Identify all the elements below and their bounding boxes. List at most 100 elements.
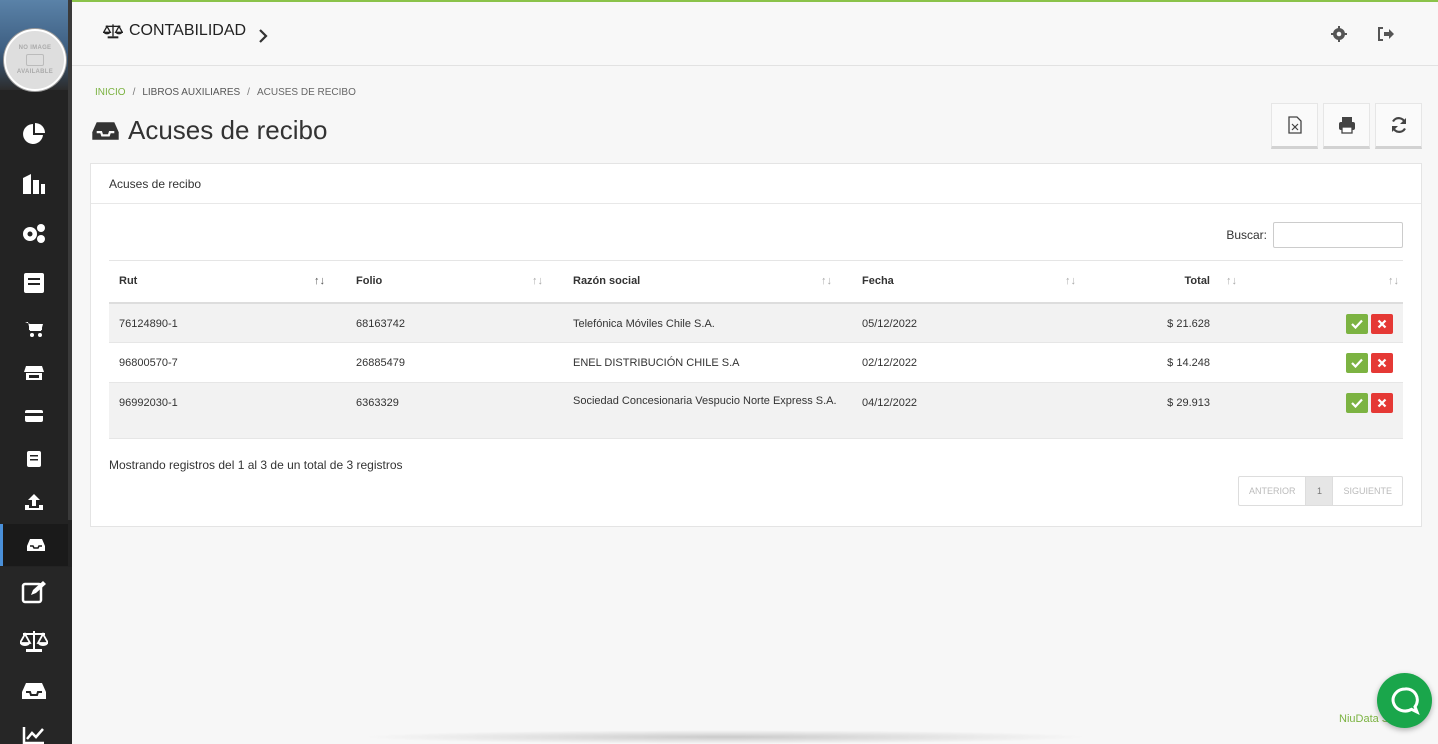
cell-actions [1220,382,1403,439]
logout-icon[interactable] [1377,26,1395,42]
page-title: Acuses de recibo [91,115,327,146]
column-header-rut[interactable]: Rut ↑↓ [109,260,346,304]
page-title-text: Acuses de recibo [128,115,328,145]
cell-rut: 76124890-1 [109,302,346,343]
settings-icon[interactable] [1331,26,1347,42]
credit-card-icon [25,410,43,422]
pagination-page[interactable]: 1 [1305,477,1334,505]
module-title[interactable]: CONTABILIDAD [103,22,246,40]
sidebar-item-reports[interactable] [0,726,68,744]
cell-rut: 96992030-1 [109,382,346,439]
close-icon [1377,398,1387,408]
edit-icon [21,581,46,604]
column-header-total[interactable]: ↑↓ ↑↓ [1220,260,1403,304]
sidebar-item-edit[interactable] [0,578,68,606]
table-row[interactable]: 76124890-1 68163742 Telefónica Móviles C… [109,302,1403,343]
cell-total: $ 14.248 [1167,357,1210,369]
cell-folio: 6363329 [346,382,563,439]
accept-button[interactable] [1346,313,1368,334]
cell-razon-social: Telefónica Móviles Chile S.A. [563,302,852,343]
sidebar-item-purchases[interactable] [0,316,68,342]
bottom-shadow [360,730,1090,744]
sort-icon[interactable]: ↑↓ [1226,275,1237,287]
acuses-table: Rut ↑↓ Folio ↑↓ Razón social ↑↓ Fecha ↑↓ Tota… [109,260,1403,439]
sidebar: NO IMAGE AVAILABLE [0,0,72,744]
refresh-icon [1391,117,1406,133]
breadcrumb-separator: / [247,87,250,98]
breadcrumb: INICIO / LIBROS AUXILIARES / ACUSES DE R… [95,87,356,98]
excel-icon [1287,116,1302,134]
sidebar-item-payments[interactable] [0,403,68,429]
sidebar-item-sales[interactable] [0,360,68,386]
reject-button[interactable] [1371,393,1393,413]
sidebar-item-acuses[interactable] [0,524,68,566]
chat-icon [1391,686,1420,715]
line-chart-icon [22,727,44,744]
sidebar-item-ledger[interactable] [0,446,68,472]
reject-button[interactable] [1371,313,1393,334]
acuses-panel: Acuses de recibo Buscar: Rut ↑↓ Folio ↑↓ R… [90,163,1422,527]
breadcrumb-section[interactable]: LIBROS AUXILIARES [142,87,240,98]
inbox-icon [92,121,119,140]
sidebar-scrollbar[interactable] [68,0,72,520]
print-button[interactable] [1323,103,1370,149]
upload-icon [25,494,43,510]
column-header-fecha[interactable]: Fecha ↑↓ Total [852,260,1220,304]
cell-fecha: 04/12/2022 [862,397,918,409]
pie-chart-icon [23,123,45,144]
chat-button[interactable] [1377,673,1432,728]
cell-actions [1220,302,1403,343]
refresh-button[interactable] [1375,103,1422,149]
table-info: Mostrando registros del 1 al 3 de un tot… [109,458,403,472]
avatar-placeholder-text: NO IMAGE [18,45,52,51]
sort-asc-icon[interactable]: ↑↓ [314,275,325,287]
export-excel-button[interactable] [1271,103,1318,149]
inbox-icon [26,539,45,551]
column-header-razon-social[interactable]: Razón social ↑↓ [563,260,852,304]
search-label: Buscar: [1226,228,1267,242]
table-row[interactable]: 96800570-7 26885479 ENEL DISTRIBUCIÓN CH… [109,342,1403,383]
cell-fecha-total: 04/12/2022 $ 29.913 [852,382,1220,439]
building-icon [23,174,45,194]
avatar[interactable]: NO IMAGE AVAILABLE [4,29,66,91]
cell-razon-social: ENEL DISTRIBUCIÓN CHILE S.A [563,342,852,383]
panel-heading: Acuses de recibo [91,164,1421,204]
cell-total: $ 21.628 [1167,317,1210,330]
sort-icon[interactable]: ↑↓ [1065,275,1076,287]
pagination-next[interactable]: SIGUIENTE [1333,477,1402,505]
table-row[interactable]: 96992030-1 6363329 Sociedad Concesionari… [109,382,1403,439]
gears-icon [23,224,45,243]
breadcrumb-home[interactable]: INICIO [95,87,126,98]
accept-button[interactable] [1346,393,1368,413]
cell-fecha-total: 02/12/2022 $ 14.248 [852,342,1220,383]
search-box: Buscar: [1226,222,1403,248]
reject-button[interactable] [1371,353,1393,373]
sidebar-item-books[interactable] [0,267,68,299]
sidebar-item-accounting[interactable] [0,627,68,655]
sidebar-item-company[interactable] [0,168,68,200]
sidebar-item-dashboard[interactable] [0,118,68,150]
print-icon [1338,117,1355,134]
cell-razon-social: Sociedad Concesionaria Vespucio Norte Ex… [563,382,852,439]
inbox-large-icon [22,683,46,699]
cell-fecha-total: 05/12/2022 $ 21.628 [852,302,1220,343]
chevron-right-icon[interactable] [258,28,268,44]
balance-scale-icon [20,631,48,652]
avatar-placeholder-text-2: AVAILABLE [16,69,54,75]
sidebar-item-upload[interactable] [0,489,68,515]
sidebar-item-inbox[interactable] [0,677,68,705]
cell-actions [1220,342,1403,383]
check-icon [1351,319,1363,329]
accept-button[interactable] [1346,353,1368,373]
check-icon [1351,358,1363,368]
top-bar: CONTABILIDAD [72,0,1438,66]
column-header-folio[interactable]: Folio ↑↓ [346,260,563,304]
sort-icon[interactable]: ↑↓ [532,275,543,287]
module-title-text: CONTABILIDAD [129,22,247,39]
pagination-previous[interactable]: ANTERIOR [1239,477,1306,505]
search-input[interactable] [1273,222,1403,248]
sort-icon[interactable]: ↑↓ [1388,275,1399,287]
sidebar-item-settings[interactable] [0,217,68,249]
sort-icon[interactable]: ↑↓ [821,275,832,287]
cell-fecha: 05/12/2022 [862,317,918,330]
